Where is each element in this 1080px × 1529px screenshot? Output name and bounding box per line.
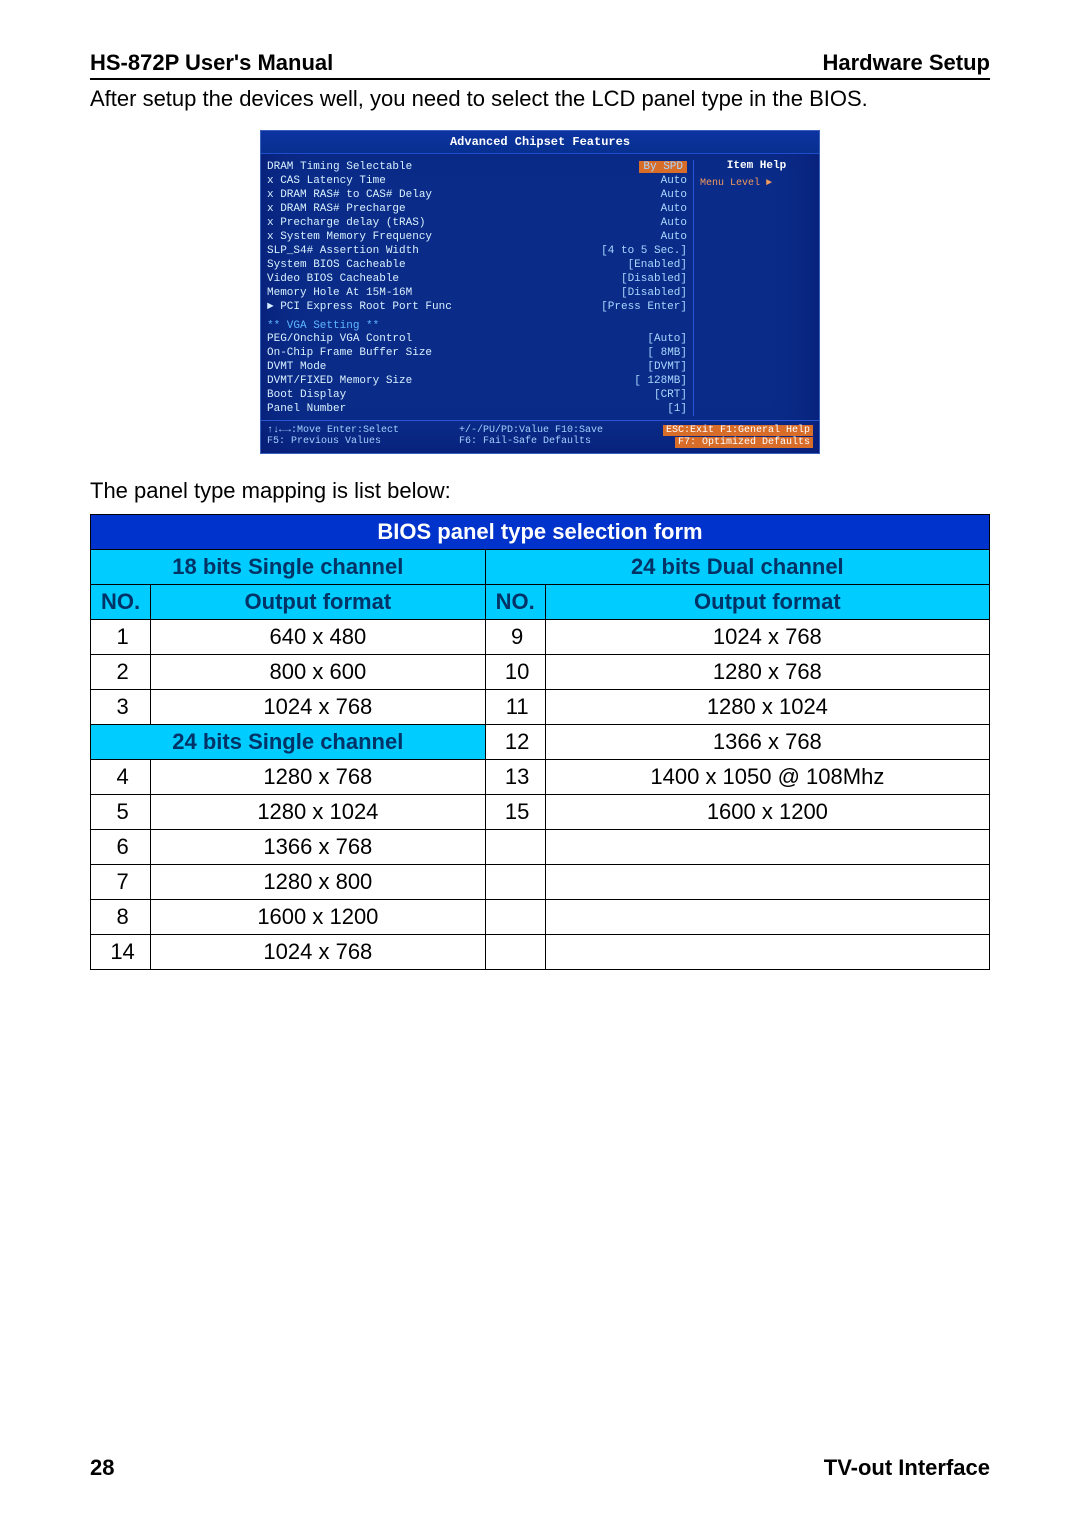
bios-help-panel: Item Help Menu Level ►	[693, 160, 813, 416]
table-row: 61366 x 768	[91, 830, 990, 865]
cell-no: 5	[91, 795, 151, 830]
cell-no: 12	[485, 725, 545, 760]
table-row: 81600 x 1200	[91, 900, 990, 935]
panel-table: BIOS panel type selection form 18 bits S…	[90, 514, 990, 970]
table-title: BIOS panel type selection form	[91, 515, 990, 550]
bios-title: Advanced Chipset Features	[261, 131, 819, 153]
cell-fmt: 1400 x 1050 @ 108Mhz	[545, 760, 989, 795]
bios-vga-heading: ** VGA Setting **	[267, 320, 687, 332]
cell-fmt: 1600 x 1200	[151, 900, 485, 935]
table-row: 1640 x 48091024 x 768	[91, 620, 990, 655]
cell-fmt: 1280 x 768	[545, 655, 989, 690]
cell-no	[485, 830, 545, 865]
bios-settings-column: DRAM Timing SelectableBy SPDx CAS Latenc…	[267, 160, 693, 416]
table-caption: The panel type mapping is list below:	[90, 478, 990, 504]
cell-no: 11	[485, 690, 545, 725]
cell-no: 7	[91, 865, 151, 900]
cell-fmt: 1600 x 1200	[545, 795, 989, 830]
bios-setting-row: DVMT Mode[DVMT]	[267, 360, 687, 374]
bios-setting-row: SLP_S4# Assertion Width[4 to 5 Sec.]	[267, 244, 687, 258]
cell-fmt: 1366 x 768	[545, 725, 989, 760]
bios-setting-row: x Precharge delay (tRAS)Auto	[267, 216, 687, 230]
cell-no: 9	[485, 620, 545, 655]
table-row: 41280 x 768131400 x 1050 @ 108Mhz	[91, 760, 990, 795]
table-row: 71280 x 800	[91, 865, 990, 900]
bios-setting-row: Memory Hole At 15M-16M[Disabled]	[267, 286, 687, 300]
table-row: 31024 x 768111280 x 1024	[91, 690, 990, 725]
header-right: Hardware Setup	[823, 50, 991, 76]
cell-fmt	[545, 935, 989, 970]
bios-setting-row: PEG/Onchip VGA Control[Auto]	[267, 332, 687, 346]
cell-fmt	[545, 865, 989, 900]
bios-screen: Advanced Chipset Features DRAM Timing Se…	[260, 130, 820, 454]
table-row: 141024 x 768	[91, 935, 990, 970]
cell-fmt: 640 x 480	[151, 620, 485, 655]
bios-footer-prev: F5: Previous Values	[267, 436, 399, 447]
cell-no: 4	[91, 760, 151, 795]
cell-fmt: 1366 x 768	[151, 830, 485, 865]
footer-section: TV-out Interface	[824, 1455, 990, 1481]
cell-fmt: 1024 x 768	[151, 935, 485, 970]
bios-setting-row: x System Memory FrequencyAuto	[267, 230, 687, 244]
cell-fmt: 800 x 600	[151, 655, 485, 690]
bios-setting-row: Boot Display[CRT]	[267, 388, 687, 402]
bios-footer-move: ↑↓←→:Move Enter:Select	[267, 425, 399, 436]
cell-no: 13	[485, 760, 545, 795]
page-header: HS-872P User's Manual Hardware Setup	[90, 50, 990, 80]
col-fmt-left: Output format	[151, 585, 485, 620]
table-row: 51280 x 1024151600 x 1200	[91, 795, 990, 830]
cell-fmt: 1280 x 768	[151, 760, 485, 795]
col-no-left: NO.	[91, 585, 151, 620]
cell-fmt	[545, 900, 989, 935]
page-footer: 28 TV-out Interface	[90, 1455, 990, 1481]
table-row: 2800 x 600101280 x 768	[91, 655, 990, 690]
bios-setting-row: x DRAM RAS# PrechargeAuto	[267, 202, 687, 216]
header-24bit-single: 24 bits Single channel	[91, 725, 486, 760]
header-18bit-single: 18 bits Single channel	[91, 550, 486, 585]
bios-footer-exit: ESC:Exit F1:General Help	[663, 425, 813, 436]
cell-fmt: 1024 x 768	[151, 690, 485, 725]
cell-no: 15	[485, 795, 545, 830]
page-number: 28	[90, 1455, 114, 1481]
cell-no: 1	[91, 620, 151, 655]
bios-setting-row: Video BIOS Cacheable[Disabled]	[267, 272, 687, 286]
table-row: 24 bits Single channel121366 x 768	[91, 725, 990, 760]
bios-setting-row: Panel Number[1]	[267, 402, 687, 416]
cell-no: 2	[91, 655, 151, 690]
cell-no: 8	[91, 900, 151, 935]
cell-no: 10	[485, 655, 545, 690]
bios-footer: ↑↓←→:Move Enter:Select F5: Previous Valu…	[261, 420, 819, 453]
col-no-right: NO.	[485, 585, 545, 620]
bios-help-title: Item Help	[700, 160, 813, 172]
bios-help-sub: Menu Level ►	[700, 178, 813, 189]
cell-fmt: 1280 x 1024	[545, 690, 989, 725]
bios-setting-row: System BIOS Cacheable[Enabled]	[267, 258, 687, 272]
cell-fmt	[545, 830, 989, 865]
header-left: HS-872P User's Manual	[90, 50, 333, 76]
bios-footer-failsafe: F6: Fail-Safe Defaults	[459, 436, 603, 447]
bios-setting-row: x CAS Latency TimeAuto	[267, 174, 687, 188]
bios-setting-row: x DRAM RAS# to CAS# DelayAuto	[267, 188, 687, 202]
cell-fmt: 1280 x 800	[151, 865, 485, 900]
bios-setting-row: DRAM Timing SelectableBy SPD	[267, 160, 687, 174]
cell-fmt: 1280 x 1024	[151, 795, 485, 830]
bios-footer-value: +/-/PU/PD:Value F10:Save	[459, 425, 603, 436]
cell-no	[485, 900, 545, 935]
bios-setting-row: On-Chip Frame Buffer Size[ 8MB]	[267, 346, 687, 360]
bios-setting-row: ► PCI Express Root Port Func[Press Enter…	[267, 300, 687, 314]
bios-footer-optimized: F7: Optimized Defaults	[675, 437, 813, 448]
cell-no	[485, 865, 545, 900]
header-24bit-dual: 24 bits Dual channel	[485, 550, 989, 585]
bios-screenshot: Advanced Chipset Features DRAM Timing Se…	[90, 130, 990, 454]
cell-fmt: 1024 x 768	[545, 620, 989, 655]
cell-no	[485, 935, 545, 970]
cell-no: 14	[91, 935, 151, 970]
cell-no: 3	[91, 690, 151, 725]
col-fmt-right: Output format	[545, 585, 989, 620]
cell-no: 6	[91, 830, 151, 865]
intro-text: After setup the devices well, you need t…	[90, 86, 990, 112]
bios-setting-row: DVMT/FIXED Memory Size[ 128MB]	[267, 374, 687, 388]
